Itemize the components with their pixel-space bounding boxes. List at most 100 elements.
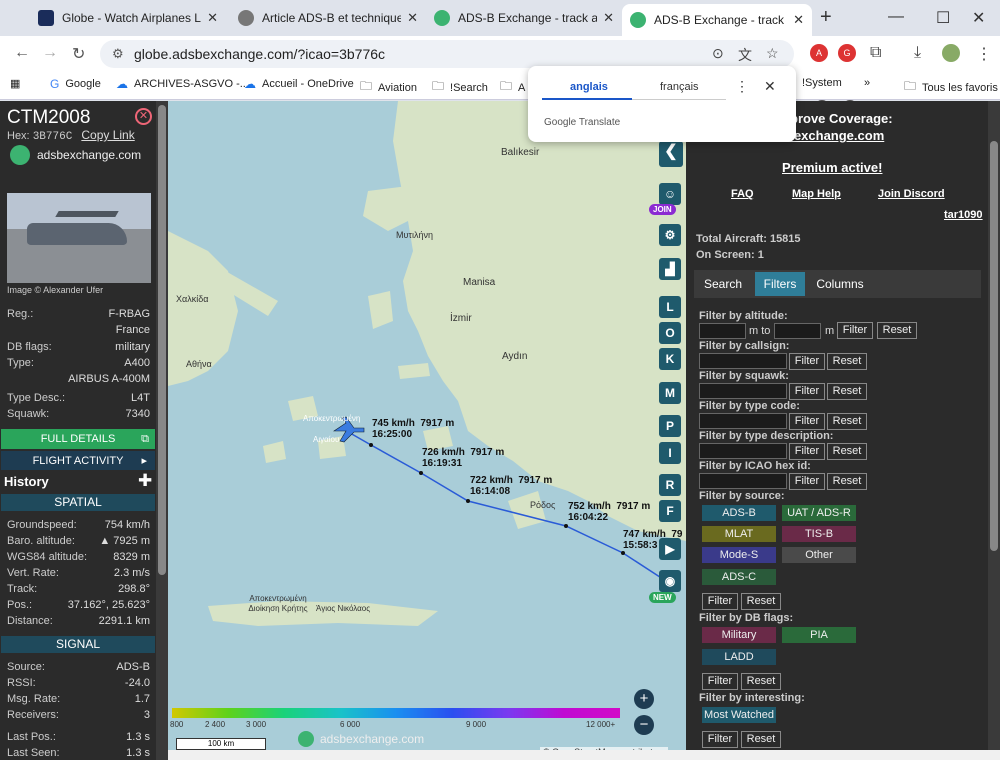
join-badge[interactable]: JOIN [649,204,676,215]
aircraft-photo[interactable] [7,193,151,283]
interesting-reset-button[interactable]: Reset [741,731,781,748]
close-window-icon[interactable]: ✕ [972,8,985,28]
source-adsb-chip[interactable]: ADS-B [702,505,776,521]
db-ladd-chip[interactable]: LADD [702,649,776,665]
flight-activity-button[interactable]: FLIGHT ACTIVITY ▸ [1,451,155,470]
replay-play-icon[interactable]: ▶ [659,538,681,560]
coverage-link[interactable]: bexchange.com [786,128,884,143]
translate-lang-from[interactable]: anglais [570,81,608,93]
browser-tab-adsb-1[interactable]: ADS-B Exchange - track aircraft ✕ [426,4,622,32]
address-bar[interactable]: ⚙ globe.adsbexchange.com/?icao=3b776c [100,40,794,68]
bookmarks-overflow-icon[interactable]: » [864,77,870,89]
join-discord-link[interactable]: Join Discord [878,188,945,200]
altitude-max-input[interactable] [774,323,821,339]
squawk-reset-button[interactable]: Reset [827,383,867,400]
apps-grid-icon[interactable]: ▦ [10,77,20,90]
callsign-reset-button[interactable]: Reset [827,353,867,370]
bookmark-archives[interactable]: ☁ ARCHIVES-ASGVO -... [116,77,249,91]
profile-avatar[interactable] [942,44,960,62]
new-tab-button[interactable]: + [820,6,832,29]
history-expand-icon[interactable]: ✚ [138,471,152,491]
minimize-icon[interactable]: — [888,8,904,26]
extension-2-icon[interactable]: G [838,44,856,62]
horizontal-scrollbar[interactable] [168,750,1000,760]
filter-panel-scrollbar[interactable] [988,101,1000,760]
extensions-puzzle-icon[interactable]: ⧉ [870,44,881,62]
map-key-P[interactable]: P [659,415,681,437]
bookmark-all[interactable]: 🗀 Tous les favoris [904,77,998,98]
close-tab-icon[interactable]: ✕ [407,10,418,26]
back-icon[interactable]: ← [14,44,30,62]
reload-icon[interactable]: ↻ [72,44,85,64]
squawk-input[interactable] [699,383,787,399]
scrollbar-thumb[interactable] [158,105,166,575]
bookmark-system[interactable]: !System [802,77,842,89]
premium-link[interactable]: Premium active! [782,160,882,175]
new-badge[interactable]: NEW [649,592,676,603]
stats-button[interactable]: ▟ [659,258,681,280]
copy-link[interactable]: Copy Link [81,128,134,142]
history-heading[interactable]: History [4,474,49,489]
bookmark-star-icon[interactable]: ☆ [766,45,779,62]
bookmark-search[interactable]: 🗀 !Search [432,77,488,98]
callsign-input[interactable] [699,353,787,369]
map-key-I[interactable]: I [659,442,681,464]
collapse-sidebar-button[interactable]: ❮ [659,141,683,167]
source-modes-chip[interactable]: Mode-S [702,547,776,563]
altitude-reset-button[interactable]: Reset [877,322,917,339]
translate-close-icon[interactable]: ✕ [764,78,776,95]
map-key-L[interactable]: L [659,296,681,318]
db-military-chip[interactable]: Military [702,627,776,643]
altitude-min-input[interactable] [699,323,746,339]
zoom-in-button[interactable]: + [634,689,654,709]
type-desc-input[interactable] [699,443,787,459]
panel-scrollbar[interactable] [156,101,168,760]
full-details-button[interactable]: FULL DETAILS ⧉ [1,429,155,449]
type-code-input[interactable] [699,413,787,429]
source-site-link[interactable]: adsbexchange.com [37,148,141,162]
source-tisb-chip[interactable]: TIS-B [782,526,856,542]
close-tab-icon[interactable]: ✕ [603,10,614,26]
bookmark-a[interactable]: 🗀 A [500,77,525,98]
tar1090-link[interactable]: tar1090 [944,209,983,221]
interesting-filter-button[interactable]: Filter [702,731,738,748]
type-code-reset-button[interactable]: Reset [827,413,867,430]
close-tab-icon[interactable]: ✕ [793,12,804,28]
close-panel-icon[interactable]: ✕ [135,108,152,125]
tab-filters[interactable]: Filters [755,272,805,296]
account-button[interactable]: ☺ [659,183,681,205]
db-filter-button[interactable]: Filter [702,673,738,690]
source-adsc-chip[interactable]: ADS-C [702,569,776,585]
browser-tab-article[interactable]: Article ADS-B et technique SDR ✕ [230,4,426,32]
translate-icon[interactable]: 文 [738,45,752,65]
menu-dots-icon[interactable]: ⋮ [976,44,992,64]
download-icon[interactable]: ⤓ [914,44,921,62]
tab-columns[interactable]: Columns [810,272,870,296]
translate-lang-to[interactable]: français [660,81,699,93]
browser-tab-globe[interactable]: Globe - Watch Airplanes Live ✕ [30,4,226,32]
db-reset-button[interactable]: Reset [741,673,781,690]
source-reset-button[interactable]: Reset [741,593,781,610]
source-mlat-chip[interactable]: MLAT [702,526,776,542]
map-key-O[interactable]: O [659,322,681,344]
type-desc-reset-button[interactable]: Reset [827,443,867,460]
type-desc-filter-button[interactable]: Filter [789,443,825,460]
scrollbar-thumb[interactable] [990,141,998,551]
type-code-filter-button[interactable]: Filter [789,413,825,430]
location-icon[interactable]: ⊙ [712,45,724,62]
most-watched-chip[interactable]: Most Watched [702,707,776,723]
tab-search[interactable]: Search [698,272,748,296]
browser-tab-adsb-active[interactable]: ADS-B Exchange - track aircraft ✕ [622,4,812,36]
bookmark-aviation[interactable]: 🗀 Aviation [360,77,417,98]
maximize-icon[interactable]: ☐ [936,8,950,28]
translate-options-icon[interactable]: ⋮ [735,78,749,95]
icao-input[interactable] [699,473,787,489]
map-key-M[interactable]: M [659,382,681,404]
map-help-link[interactable]: Map Help [792,188,841,200]
squawk-filter-button[interactable]: Filter [789,383,825,400]
settings-gear-icon[interactable]: ⚙ [659,224,681,246]
map-key-K[interactable]: K [659,348,681,370]
db-pia-chip[interactable]: PIA [782,627,856,643]
forward-icon[interactable]: → [42,44,58,62]
faq-link[interactable]: FAQ [731,188,754,200]
